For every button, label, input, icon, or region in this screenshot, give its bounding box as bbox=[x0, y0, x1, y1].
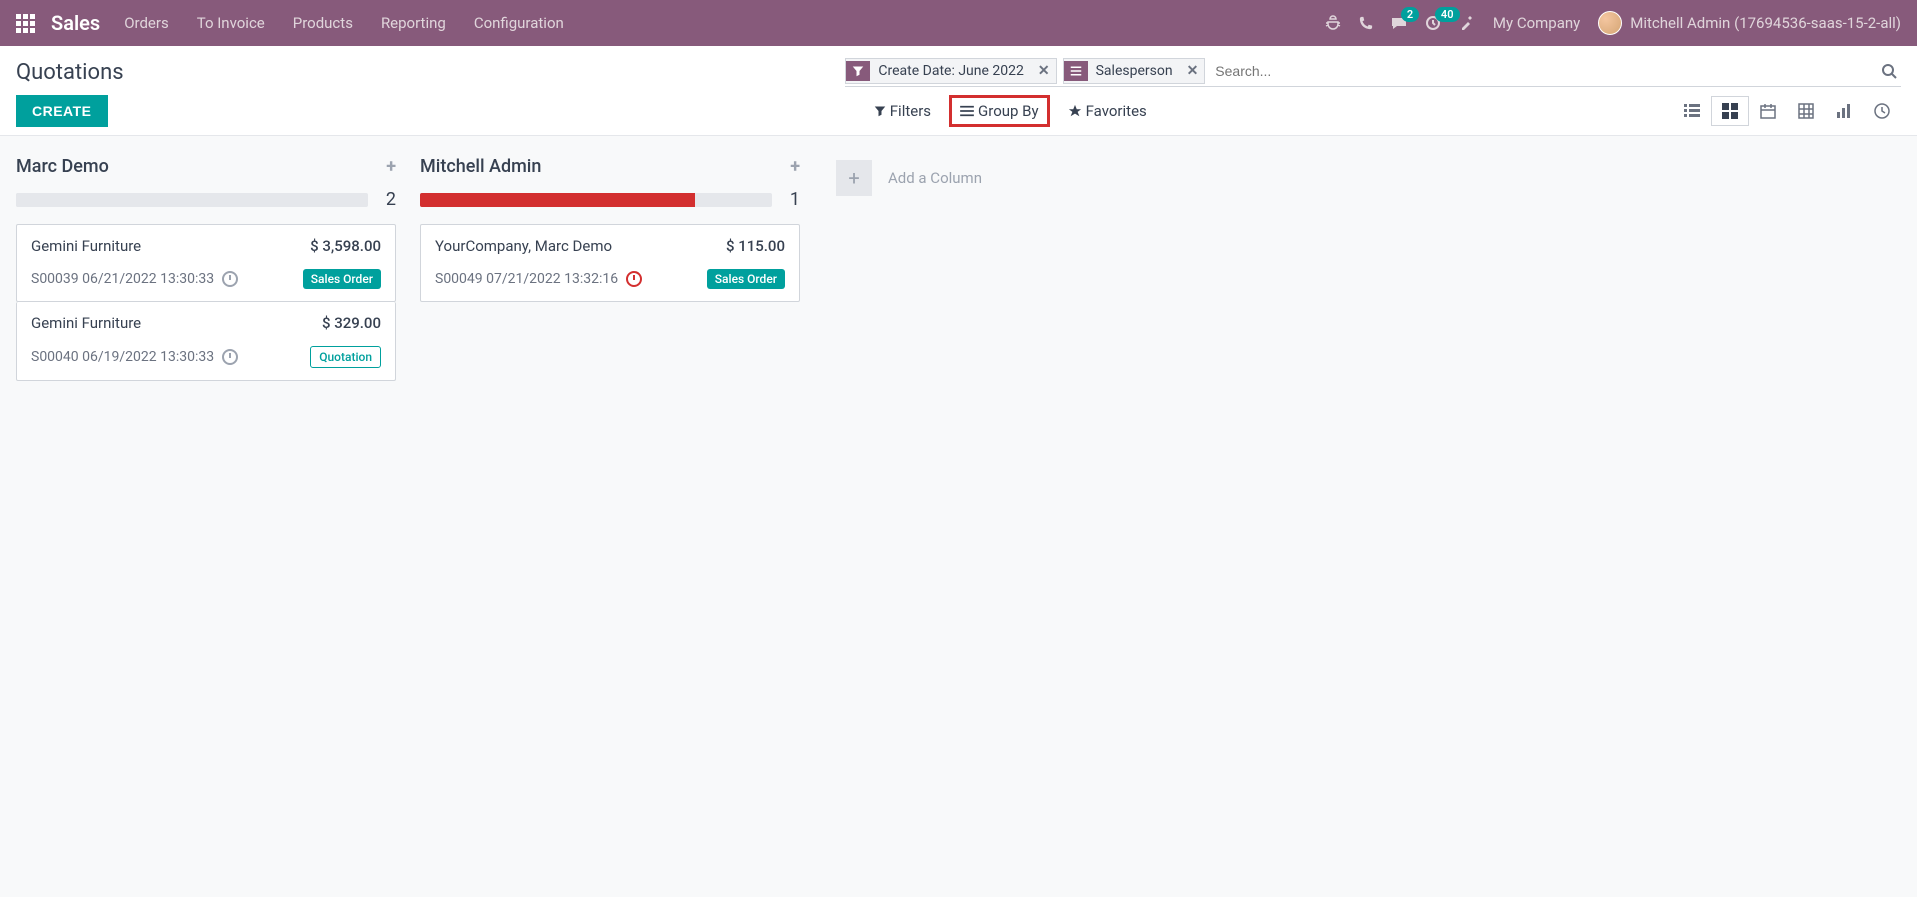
status-badge: Sales Order bbox=[303, 269, 381, 289]
kanban-board: Marc Demo + 2 Gemini Furniture $ 3,598.0… bbox=[0, 136, 1917, 397]
groupby-label: Group By bbox=[978, 102, 1039, 120]
breadcrumb: Quotations bbox=[16, 60, 124, 85]
main-navbar: Sales Orders To Invoice Products Reporti… bbox=[0, 0, 1917, 46]
card-title: YourCompany, Marc Demo bbox=[435, 237, 612, 255]
card-amount: $ 3,598.00 bbox=[310, 237, 381, 255]
groupby-facet-remove[interactable]: ✕ bbox=[1181, 63, 1205, 79]
search-options: Filters Group By Favorites bbox=[874, 95, 1147, 127]
filter-facet-remove[interactable]: ✕ bbox=[1032, 63, 1056, 79]
activities-badge: 40 bbox=[1435, 7, 1460, 22]
column-count: 1 bbox=[776, 189, 800, 210]
column-count: 2 bbox=[372, 189, 396, 210]
activities-icon[interactable]: 40 bbox=[1425, 15, 1441, 31]
column-progress-bar[interactable] bbox=[16, 193, 368, 207]
column-title[interactable]: Mitchell Admin bbox=[420, 156, 541, 177]
filters-button[interactable]: Filters bbox=[874, 102, 931, 120]
control-panel: Quotations Create Date: June 2022 ✕ Sale… bbox=[0, 46, 1917, 136]
filter-icon bbox=[846, 61, 870, 81]
messages-icon[interactable]: 2 bbox=[1391, 15, 1407, 31]
nav-menu: Orders To Invoice Products Reporting Con… bbox=[124, 14, 1325, 32]
kanban-card[interactable]: Gemini Furniture $ 329.00 S00040 06/19/2… bbox=[16, 302, 396, 381]
groupby-button[interactable]: Group By bbox=[949, 95, 1050, 127]
filters-label: Filters bbox=[890, 102, 931, 120]
kanban-column: Mitchell Admin + 1 YourCompany, Marc Dem… bbox=[420, 152, 800, 302]
clock-icon[interactable] bbox=[222, 271, 238, 287]
kanban-card[interactable]: Gemini Furniture $ 3,598.00 S00039 06/21… bbox=[16, 224, 396, 302]
list-icon bbox=[1064, 61, 1088, 81]
card-meta: S00049 07/21/2022 13:32:16 bbox=[435, 271, 618, 287]
add-column-button[interactable]: + bbox=[836, 160, 872, 196]
filter-facet-label: Create Date: June 2022 bbox=[870, 59, 1031, 83]
column-title[interactable]: Marc Demo bbox=[16, 156, 109, 177]
kanban-view-icon[interactable] bbox=[1711, 96, 1749, 126]
groupby-facet-label: Salesperson bbox=[1088, 59, 1181, 83]
status-badge: Quotation bbox=[310, 346, 381, 368]
column-quick-create[interactable]: + bbox=[386, 156, 396, 177]
nav-products[interactable]: Products bbox=[293, 14, 353, 32]
card-title: Gemini Furniture bbox=[31, 314, 141, 332]
card-meta: S00040 06/19/2022 13:30:33 bbox=[31, 349, 214, 365]
column-progress-bar[interactable] bbox=[420, 193, 772, 207]
add-column-label[interactable]: Add a Column bbox=[888, 169, 982, 187]
phone-icon[interactable] bbox=[1359, 16, 1373, 30]
nav-to-invoice[interactable]: To Invoice bbox=[197, 14, 265, 32]
messages-badge: 2 bbox=[1401, 7, 1419, 22]
nav-right: 2 40 My Company Mitchell Admin (17694536… bbox=[1325, 11, 1901, 35]
add-column: + Add a Column bbox=[824, 152, 994, 204]
bug-icon[interactable] bbox=[1325, 15, 1341, 31]
user-menu[interactable]: Mitchell Admin (17694536-saas-15-2-all) bbox=[1598, 11, 1901, 35]
column-quick-create[interactable]: + bbox=[790, 156, 800, 177]
view-switcher bbox=[1673, 96, 1901, 126]
favorites-button[interactable]: Favorites bbox=[1068, 102, 1147, 120]
create-button[interactable]: CREATE bbox=[16, 95, 108, 127]
search-input[interactable] bbox=[1211, 59, 1871, 83]
search-area: Create Date: June 2022 ✕ Salesperson ✕ bbox=[845, 58, 1901, 87]
list-view-icon[interactable] bbox=[1673, 97, 1711, 125]
kanban-card[interactable]: YourCompany, Marc Demo $ 115.00 S00049 0… bbox=[420, 224, 800, 302]
app-brand[interactable]: Sales bbox=[51, 11, 100, 35]
nav-configuration[interactable]: Configuration bbox=[474, 14, 564, 32]
graph-view-icon[interactable] bbox=[1825, 96, 1863, 126]
kanban-column: Marc Demo + 2 Gemini Furniture $ 3,598.0… bbox=[16, 152, 396, 381]
card-amount: $ 329.00 bbox=[322, 314, 381, 332]
nav-orders[interactable]: Orders bbox=[124, 14, 169, 32]
filter-facet: Create Date: June 2022 ✕ bbox=[845, 58, 1056, 84]
card-amount: $ 115.00 bbox=[726, 237, 785, 255]
calendar-view-icon[interactable] bbox=[1749, 96, 1787, 126]
user-name: Mitchell Admin (17694536-saas-15-2-all) bbox=[1630, 14, 1901, 32]
pivot-view-icon[interactable] bbox=[1787, 96, 1825, 126]
card-title: Gemini Furniture bbox=[31, 237, 141, 255]
avatar bbox=[1598, 11, 1622, 35]
clock-icon[interactable] bbox=[222, 349, 238, 365]
apps-icon[interactable] bbox=[16, 14, 35, 33]
status-badge: Sales Order bbox=[707, 269, 785, 289]
nav-reporting[interactable]: Reporting bbox=[381, 14, 446, 32]
activity-view-icon[interactable] bbox=[1863, 96, 1901, 126]
groupby-facet: Salesperson ✕ bbox=[1063, 58, 1206, 84]
card-meta: S00039 06/21/2022 13:30:33 bbox=[31, 271, 214, 287]
company-selector[interactable]: My Company bbox=[1493, 14, 1580, 32]
tools-icon[interactable] bbox=[1459, 15, 1475, 31]
favorites-label: Favorites bbox=[1086, 102, 1147, 120]
clock-icon[interactable] bbox=[626, 271, 642, 287]
search-icon[interactable] bbox=[1877, 63, 1901, 79]
